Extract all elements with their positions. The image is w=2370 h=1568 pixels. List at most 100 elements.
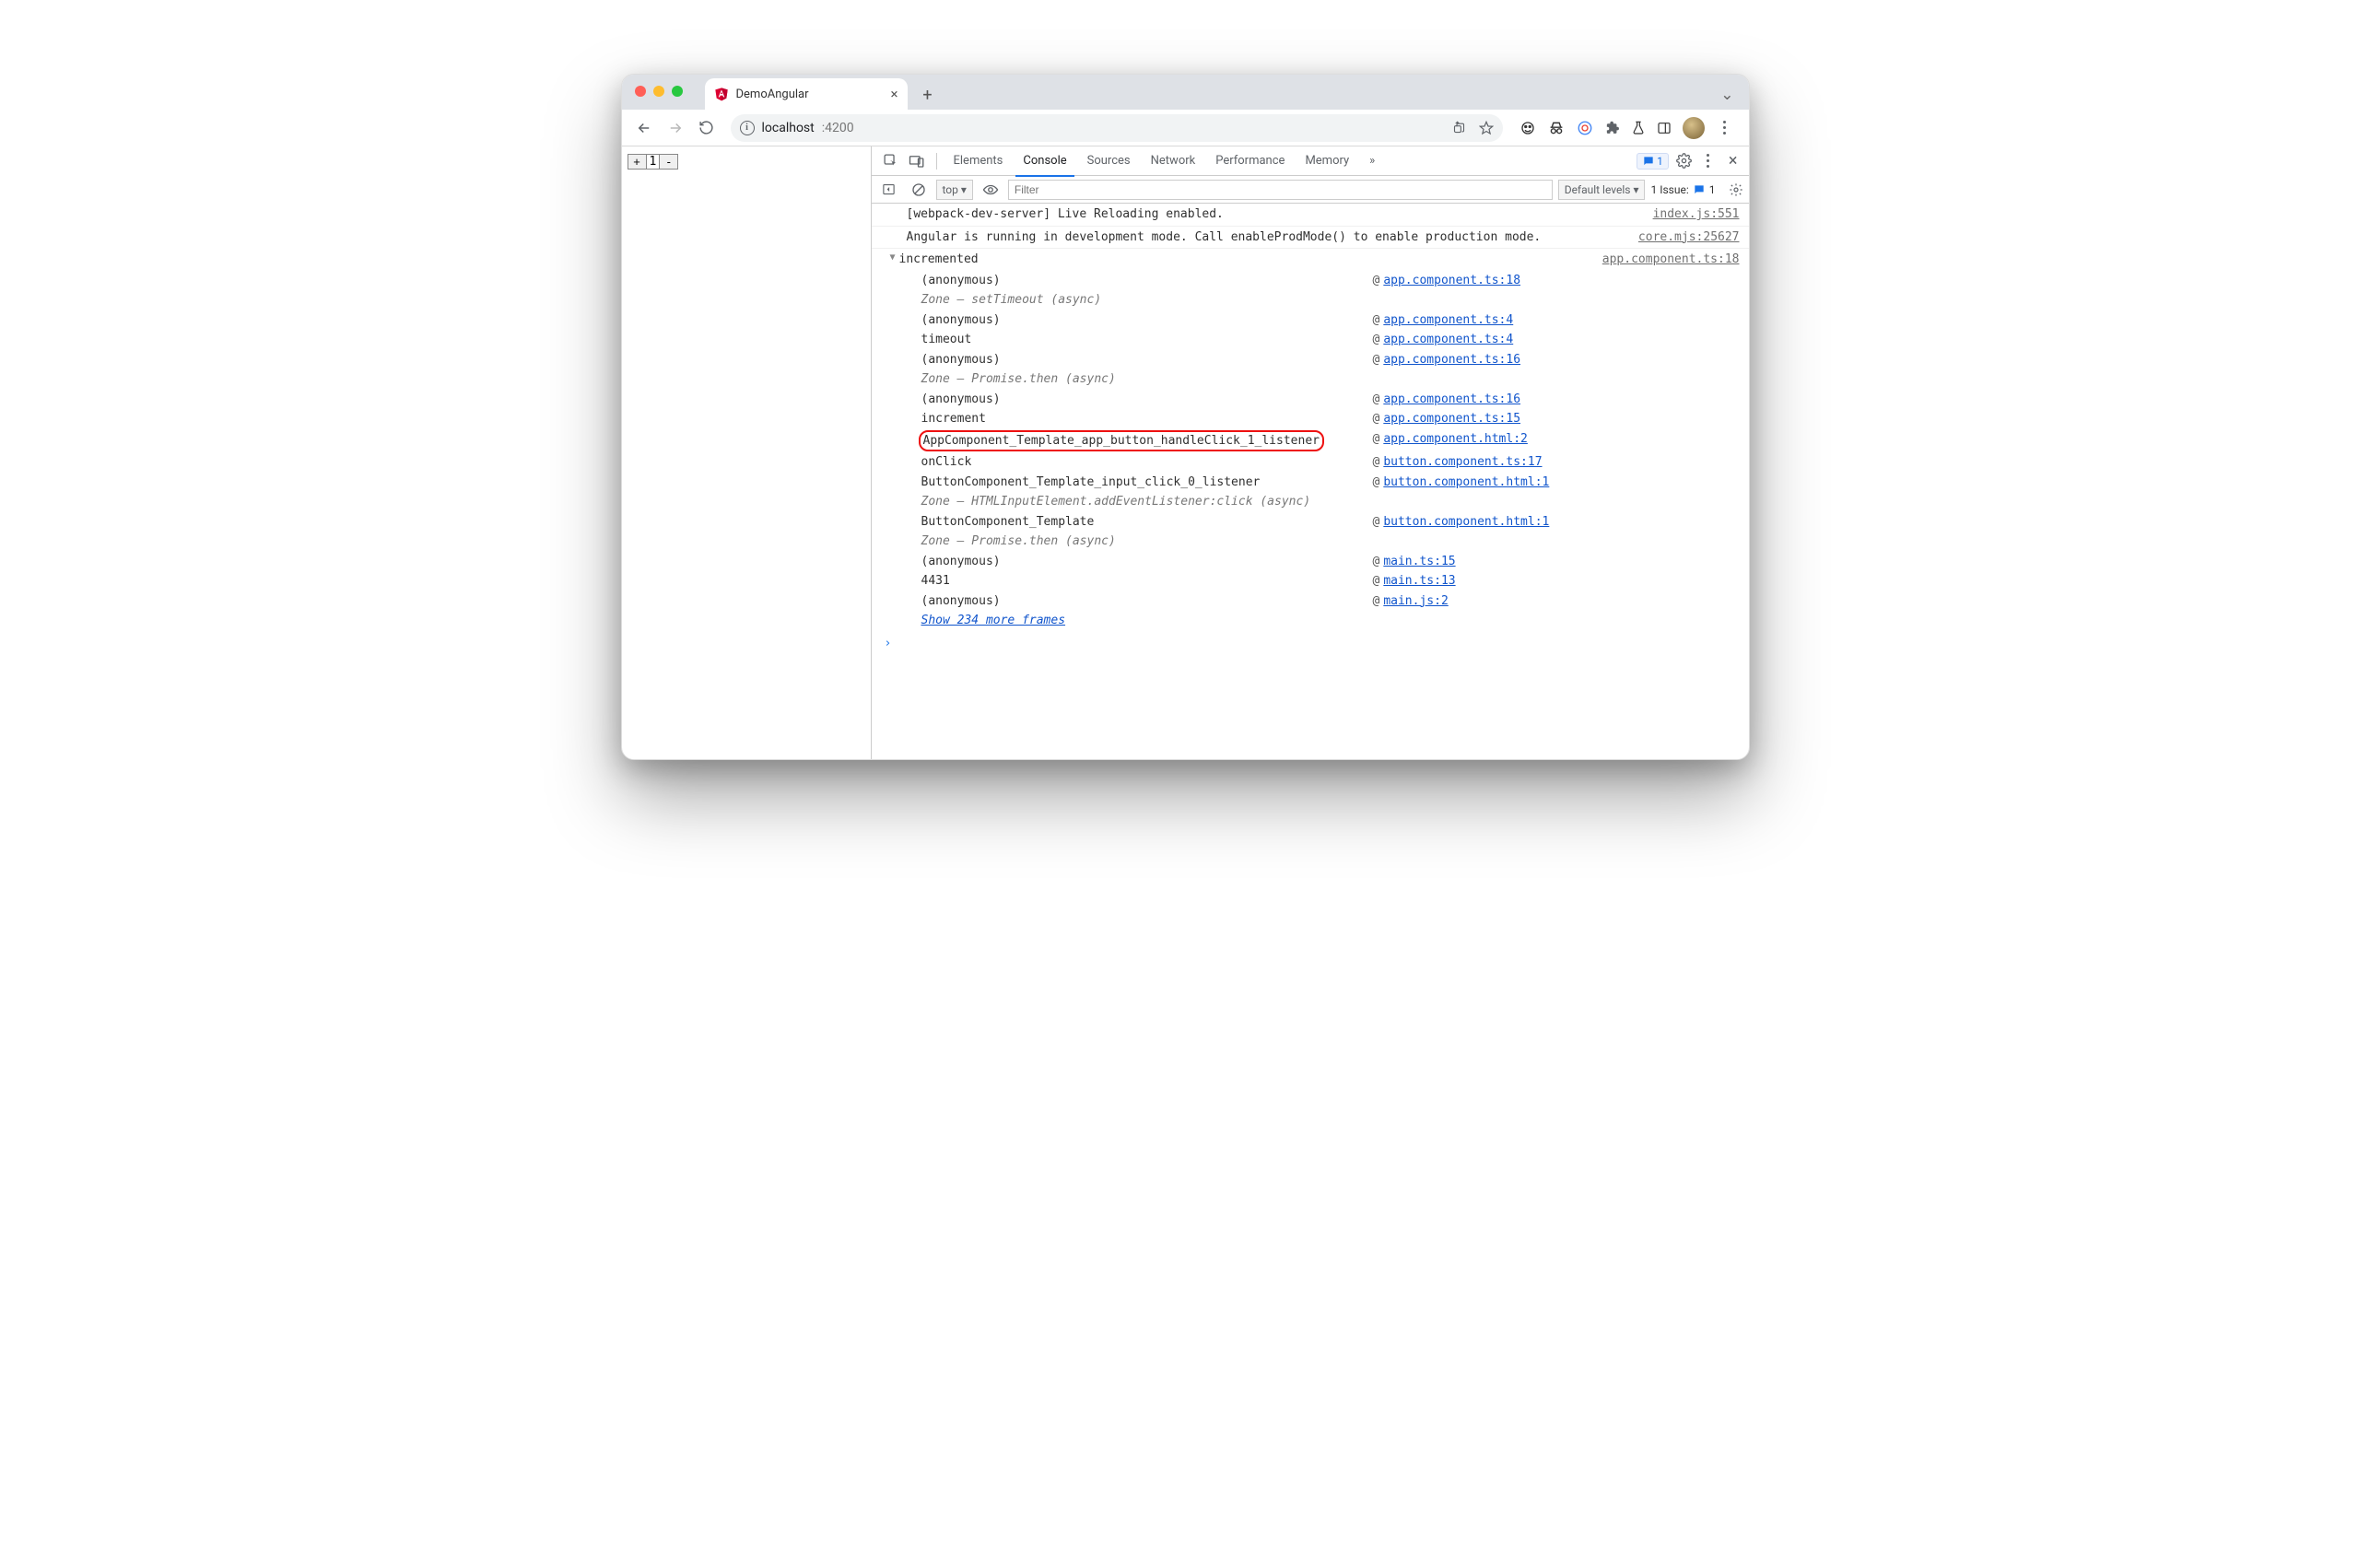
log-message: incremented (899, 251, 1591, 269)
tab-console[interactable]: Console (1014, 146, 1075, 176)
inspect-element-icon[interactable] (879, 149, 903, 173)
stack-frame-link[interactable]: app.component.ts:4 (1383, 331, 1513, 349)
execution-context-selector[interactable]: top ▾ (936, 180, 973, 200)
stack-frame-link[interactable]: app.component.ts:18 (1383, 272, 1520, 290)
forward-button[interactable] (663, 115, 688, 141)
stack-frame-link[interactable]: app.component.ts:15 (1383, 410, 1520, 428)
log-source-link[interactable]: index.js:551 (1642, 205, 1740, 224)
chevron-down-icon[interactable]: ⌄ (1720, 86, 1739, 110)
tab-sources[interactable]: Sources (1078, 146, 1140, 176)
tabs-overflow[interactable]: » (1360, 146, 1384, 176)
devtools-close-button[interactable]: × (1725, 151, 1742, 170)
stack-frame: ButtonComponent_Template@button.componen… (921, 512, 1749, 532)
at-symbol: @ (1373, 391, 1380, 409)
stack-frame-link[interactable]: app.component.ts:16 (1383, 391, 1520, 409)
extension-icon-3[interactable] (1577, 120, 1593, 136)
stack-frame: Zone — HTMLInputElement.addEventListener… (921, 492, 1749, 512)
extensions-puzzle-icon[interactable] (1604, 120, 1620, 135)
tab-close-button[interactable]: × (890, 86, 898, 102)
clear-console-icon[interactable] (907, 178, 931, 202)
stack-frame: onClick@button.component.ts:17 (921, 452, 1749, 473)
log-source-link[interactable]: app.component.ts:18 (1591, 251, 1740, 269)
at-symbol: @ (1373, 351, 1380, 369)
tab-elements[interactable]: Elements (944, 146, 1013, 176)
extension-icon-1[interactable] (1519, 120, 1536, 136)
reload-button[interactable] (694, 115, 720, 141)
site-info-icon[interactable]: i (740, 121, 755, 135)
address-bar[interactable]: i localhost:4200 (731, 114, 1503, 142)
stack-frame-function: (anonymous) (921, 311, 1373, 330)
device-toolbar-icon[interactable] (905, 149, 929, 173)
bookmark-star-icon[interactable] (1479, 121, 1494, 135)
log-row: [webpack-dev-server] Live Reloading enab… (872, 204, 1749, 227)
increment-button[interactable]: + (628, 155, 647, 169)
stack-frame-link[interactable]: app.component.ts:4 (1383, 311, 1513, 330)
stack-frame-link[interactable]: button.component.html:1 (1383, 513, 1549, 532)
share-icon[interactable] (1452, 121, 1466, 135)
at-symbol: @ (1373, 474, 1380, 492)
stack-frame-function: Zone — HTMLInputElement.addEventListener… (921, 493, 1373, 511)
devtools-menu-button[interactable] (1699, 154, 1718, 168)
tab-performance[interactable]: Performance (1206, 146, 1294, 176)
stack-frame-link[interactable]: button.component.html:1 (1383, 474, 1549, 492)
browser-menu-button[interactable] (1716, 121, 1734, 135)
stack-frame-link[interactable]: button.component.ts:17 (1383, 453, 1542, 472)
messages-badge[interactable]: 1 (1637, 153, 1669, 170)
console-settings-icon[interactable] (1729, 182, 1743, 197)
show-more-frames-link[interactable]: Show 234 more frames (921, 612, 1066, 630)
at-symbol: @ (1373, 331, 1380, 349)
extension-icon-incognito[interactable] (1547, 121, 1566, 135)
counter-value: 1 (647, 155, 660, 169)
console-prompt[interactable]: › (872, 631, 1749, 657)
back-button[interactable] (631, 115, 657, 141)
stack-frame: (anonymous)@app.component.ts:16 (921, 390, 1749, 410)
new-tab-button[interactable]: + (915, 82, 941, 108)
stack-frame-link[interactable]: main.js:2 (1383, 592, 1448, 611)
profile-avatar[interactable] (1683, 117, 1705, 139)
console-filter-input[interactable] (1008, 180, 1553, 200)
decrement-button[interactable]: - (659, 155, 677, 169)
console-toolbar: top ▾ Default levels ▾ 1 Issue: 1 (872, 176, 1749, 204)
browser-tab[interactable]: DemoAngular × (705, 78, 908, 110)
content-area: + 1 - Elements Console Sources Network P (622, 146, 1749, 759)
stack-frame-function: 4431 (921, 572, 1373, 591)
stack-frame-link[interactable]: app.component.ts:16 (1383, 351, 1520, 369)
log-source-link[interactable]: core.mjs:25627 (1627, 228, 1740, 247)
issues-indicator[interactable]: 1 Issue: 1 (1650, 183, 1715, 196)
extension-icon-panel[interactable] (1657, 121, 1672, 135)
stack-frame-link[interactable]: main.ts:15 (1383, 553, 1455, 571)
extension-icon-flask[interactable] (1631, 120, 1646, 136)
at-symbol: @ (1373, 311, 1380, 330)
stack-frame: (anonymous)@app.component.ts:16 (921, 350, 1749, 370)
url-port: :4200 (822, 121, 854, 135)
stack-frame-link[interactable]: app.component.html:2 (1383, 430, 1528, 452)
tab-memory[interactable]: Memory (1296, 146, 1358, 176)
console-output: [webpack-dev-server] Live Reloading enab… (872, 204, 1749, 759)
stack-frame: 4431@main.ts:13 (921, 571, 1749, 591)
devtools-panel: Elements Console Sources Network Perform… (871, 146, 1749, 759)
stack-trace: (anonymous)@app.component.ts:18Zone — se… (872, 271, 1749, 631)
maximize-window-button[interactable] (672, 86, 683, 97)
tab-title: DemoAngular (736, 88, 809, 101)
console-sidebar-toggle[interactable] (877, 178, 901, 202)
stack-frame-function: Zone — Promise.then (async) (921, 532, 1373, 551)
at-symbol: @ (1373, 592, 1380, 611)
stack-frame-function: ButtonComponent_Template (921, 513, 1373, 532)
at-symbol: @ (1373, 513, 1380, 532)
stack-frame-link[interactable]: main.ts:13 (1383, 572, 1455, 591)
log-levels-selector[interactable]: Default levels ▾ (1558, 180, 1646, 200)
stack-frame: timeout@app.component.ts:4 (921, 330, 1749, 350)
stack-frame-function: (anonymous) (921, 391, 1373, 409)
stack-frame: Zone — Promise.then (async) (921, 532, 1749, 552)
devtools-settings-icon[interactable] (1676, 153, 1692, 169)
log-message: [webpack-dev-server] Live Reloading enab… (907, 205, 1642, 224)
stack-frame: increment@app.component.ts:15 (921, 409, 1749, 429)
minimize-window-button[interactable] (653, 86, 664, 97)
toolbar: i localhost:4200 (622, 110, 1749, 146)
at-symbol: @ (1373, 572, 1380, 591)
live-expression-icon[interactable] (979, 178, 1003, 202)
tab-network[interactable]: Network (1142, 146, 1205, 176)
group-toggle-icon[interactable]: ▼ (890, 251, 896, 264)
log-message: Angular is running in development mode. … (907, 228, 1627, 247)
close-window-button[interactable] (635, 86, 646, 97)
